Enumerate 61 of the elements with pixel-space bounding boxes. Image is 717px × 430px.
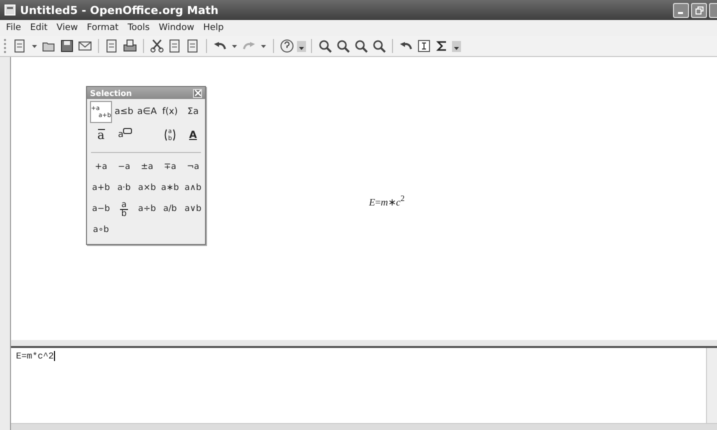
minimize-button[interactable] (673, 2, 689, 18)
symbol-button[interactable]: a/b (159, 199, 181, 219)
symbol-button[interactable]: a·b (113, 178, 135, 198)
symbol-button[interactable]: a+b (90, 178, 112, 198)
symbol-button[interactable]: a∨b (182, 199, 204, 219)
close-button[interactable] (193, 88, 202, 98)
symbol-button[interactable]: a∧b (182, 178, 204, 198)
menu-item[interactable]: Help (199, 23, 228, 33)
symbol-button[interactable]: a∗b (159, 178, 181, 198)
menu-item[interactable]: Window (154, 23, 198, 33)
horizontal-scrollbar[interactable] (11, 423, 717, 430)
symbol-button[interactable]: a×b (136, 178, 158, 198)
magnifier-icon[interactable] (353, 38, 369, 54)
menu-item[interactable]: File (2, 23, 26, 33)
dropdown-arrow-icon[interactable] (230, 44, 239, 48)
printer-icon[interactable] (122, 38, 138, 54)
category-button[interactable]: Σa (182, 101, 204, 123)
menu-item[interactable]: View (52, 23, 82, 33)
caret-icon (454, 46, 459, 50)
restore-icon (694, 6, 704, 14)
symbol-button[interactable]: a∘b (90, 220, 112, 240)
category-button[interactable]: A (182, 124, 204, 146)
parenthesis-icon (164, 129, 168, 141)
caret-icon (299, 46, 304, 50)
symbol-button[interactable]: a÷b (136, 199, 158, 219)
symbol-button[interactable]: a b (113, 199, 135, 219)
menu-item[interactable]: Format (82, 23, 123, 33)
restore-button[interactable] (691, 2, 707, 18)
panel-title: Selection (90, 88, 132, 98)
scissors-icon[interactable] (149, 38, 165, 54)
toolbar-grip[interactable] (4, 39, 8, 53)
document-icon (4, 4, 16, 16)
category-button[interactable]: f(x) (159, 101, 181, 123)
symbol-button[interactable]: a−b (90, 199, 112, 219)
dropdown-arrow-icon[interactable] (259, 44, 268, 48)
dropdown-arrow-icon[interactable] (30, 44, 39, 48)
magnifier-icon[interactable] (317, 38, 333, 54)
toolbar-overflow-button[interactable] (297, 40, 306, 52)
cursor-icon[interactable] (416, 38, 432, 54)
magnifier-icon[interactable] (371, 38, 387, 54)
menu-item[interactable]: Edit (26, 23, 52, 33)
toolbar-overflow-button[interactable] (452, 40, 461, 52)
symbol-button[interactable]: −a (113, 157, 135, 177)
symbol-button[interactable]: +a (90, 157, 112, 177)
menu-item[interactable]: Tools (124, 23, 154, 33)
help-icon[interactable] (279, 38, 295, 54)
category-button[interactable]: a (90, 124, 112, 146)
command-input[interactable]: E=m*c^2 (11, 348, 706, 423)
magnifier-icon[interactable] (335, 38, 351, 54)
symbol-button[interactable]: ∓a (159, 157, 181, 177)
window-title: Untitled5 - OpenOffice.org Math (20, 4, 218, 16)
parenthesis-icon (172, 129, 176, 141)
category-button[interactable]: a≤b (113, 101, 135, 123)
category-button[interactable]: a∈A (136, 101, 158, 123)
vertical-scrollbar[interactable] (706, 348, 717, 423)
symbol-button[interactable]: ¬a (182, 157, 204, 177)
symbol-button[interactable]: ±a (136, 157, 158, 177)
formula: E=m∗c$^{2}$ (369, 194, 405, 208)
splitter-handle[interactable] (11, 340, 717, 348)
category-button[interactable]: a (113, 124, 135, 146)
floppy-icon[interactable] (59, 38, 75, 54)
